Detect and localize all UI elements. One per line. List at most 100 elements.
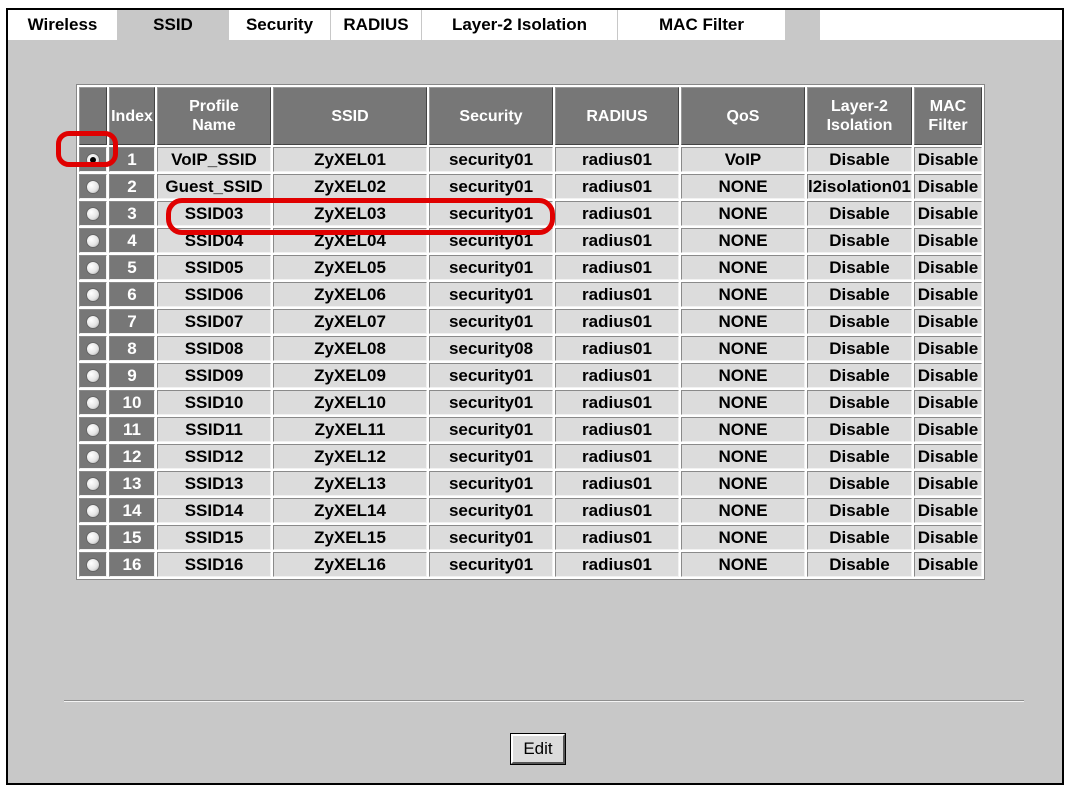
tab-bar: Wireless SSID Security RADIUS Layer-2 Is… bbox=[8, 10, 786, 40]
cell-layer2-isolation: Disable bbox=[807, 390, 912, 415]
row-select-radio[interactable] bbox=[86, 342, 100, 357]
cell-radius: radius01 bbox=[555, 390, 679, 415]
row-select-radio[interactable] bbox=[86, 315, 100, 330]
cell-index: 1 bbox=[109, 147, 155, 172]
col-header-qos: QoS bbox=[681, 87, 805, 145]
cell-mac-filter: Disable bbox=[913, 525, 982, 550]
row-select-radio[interactable] bbox=[86, 369, 100, 384]
cell-mac-filter: Disable bbox=[913, 390, 982, 415]
row-select-radio[interactable] bbox=[86, 477, 100, 492]
table-row[interactable]: 12 SSID12 ZyXEL12 security01 radius01 NONE Dis… bbox=[79, 444, 982, 469]
cell-radius: radius01 bbox=[555, 444, 679, 469]
row-select-radio[interactable] bbox=[86, 207, 100, 222]
cell-qos: NONE bbox=[681, 498, 805, 523]
cell-ssid: ZyXEL04 bbox=[273, 228, 427, 253]
cell-profile-name: SSID11 bbox=[157, 417, 271, 442]
table-row[interactable]: 5 SSID05 ZyXEL05 security01 radius01 NONE Disa… bbox=[79, 255, 982, 280]
cell-qos: NONE bbox=[681, 336, 805, 361]
cell-mac-filter: Disable bbox=[913, 174, 982, 199]
table-row[interactable]: 14 SSID14 ZyXEL14 security01 radius01 NONE Dis… bbox=[79, 498, 982, 523]
cell-radius: radius01 bbox=[555, 525, 679, 550]
cell-profile-name: SSID10 bbox=[157, 390, 271, 415]
table-row[interactable]: 7 SSID07 ZyXEL07 security01 radius01 NONE Disa… bbox=[79, 309, 982, 334]
row-select-cell bbox=[79, 363, 107, 388]
cell-security: security01 bbox=[429, 174, 553, 199]
table-row[interactable]: 15 SSID15 ZyXEL15 security01 radius01 NONE Dis… bbox=[79, 525, 982, 550]
table-row[interactable]: 4 SSID04 ZyXEL04 security01 radius01 NONE Disa… bbox=[79, 228, 982, 253]
col-header-radius: RADIUS bbox=[555, 87, 679, 145]
tab-security[interactable]: Security bbox=[229, 10, 331, 40]
edit-button[interactable]: Edit bbox=[510, 733, 566, 765]
cell-qos: NONE bbox=[681, 309, 805, 334]
cell-index: 12 bbox=[109, 444, 155, 469]
col-header-index: Index bbox=[109, 87, 155, 145]
cell-index: 13 bbox=[109, 471, 155, 496]
cell-profile-name: SSID06 bbox=[157, 282, 271, 307]
cell-layer2-isolation: Disable bbox=[807, 363, 912, 388]
row-select-radio[interactable] bbox=[86, 234, 100, 249]
table-row[interactable]: 11 SSID11 ZyXEL11 security01 radius01 NONE Dis… bbox=[79, 417, 982, 442]
cell-mac-filter: Disable bbox=[913, 336, 982, 361]
cell-qos: NONE bbox=[681, 201, 805, 226]
table-row[interactable]: 9 SSID09 ZyXEL09 security01 radius01 NONE Disa… bbox=[79, 363, 982, 388]
cell-security: security08 bbox=[429, 336, 553, 361]
cell-radius: radius01 bbox=[555, 336, 679, 361]
cell-qos: NONE bbox=[681, 282, 805, 307]
cell-layer2-isolation: Disable bbox=[807, 147, 912, 172]
row-select-radio[interactable] bbox=[86, 504, 100, 519]
cell-ssid: ZyXEL11 bbox=[273, 417, 427, 442]
cell-index: 8 bbox=[109, 336, 155, 361]
row-select-radio[interactable] bbox=[86, 396, 100, 411]
cell-security: security01 bbox=[429, 201, 553, 226]
cell-ssid: ZyXEL07 bbox=[273, 309, 427, 334]
row-select-radio[interactable] bbox=[86, 153, 100, 168]
row-select-cell bbox=[79, 471, 107, 496]
table-row[interactable]: 2 Guest_SSID ZyXEL02 security01 radius01 NONE… bbox=[79, 174, 982, 199]
tab-layer2-isolation[interactable]: Layer-2 Isolation bbox=[422, 10, 618, 40]
cell-mac-filter: Disable bbox=[913, 147, 982, 172]
cell-radius: radius01 bbox=[555, 174, 679, 199]
ssid-table: Index Profile Name SSID Security RADIUS … bbox=[76, 84, 985, 580]
row-select-radio[interactable] bbox=[86, 261, 100, 276]
row-select-radio[interactable] bbox=[86, 531, 100, 546]
table-row[interactable]: 16 SSID16 ZyXEL16 security01 radius01 NONE Dis… bbox=[79, 552, 982, 577]
row-select-radio[interactable] bbox=[86, 558, 100, 573]
row-select-radio[interactable] bbox=[86, 450, 100, 465]
row-select-cell bbox=[79, 336, 107, 361]
cell-qos: NONE bbox=[681, 174, 805, 199]
cell-mac-filter: Disable bbox=[913, 282, 982, 307]
table-row[interactable]: 1 VoIP_SSID ZyXEL01 security01 radius01 VoIP D… bbox=[79, 147, 982, 172]
cell-ssid: ZyXEL02 bbox=[273, 174, 427, 199]
cell-ssid: ZyXEL16 bbox=[273, 552, 427, 577]
cell-security: security01 bbox=[429, 390, 553, 415]
cell-index: 10 bbox=[109, 390, 155, 415]
row-select-radio[interactable] bbox=[86, 180, 100, 195]
tab-wireless[interactable]: Wireless bbox=[8, 10, 118, 40]
tab-mac-filter[interactable]: MAC Filter bbox=[618, 10, 786, 40]
table-row[interactable]: 3 SSID03 ZyXEL03 security01 radius01 NONE Disa… bbox=[79, 201, 982, 226]
table-row[interactable]: 10 SSID10 ZyXEL10 security01 radius01 NONE Dis… bbox=[79, 390, 982, 415]
row-select-cell bbox=[79, 201, 107, 226]
cell-profile-name: VoIP_SSID bbox=[157, 147, 271, 172]
cell-security: security01 bbox=[429, 444, 553, 469]
table-row[interactable]: 13 SSID13 ZyXEL13 security01 radius01 NONE Dis… bbox=[79, 471, 982, 496]
table-row[interactable]: 6 SSID06 ZyXEL06 security01 radius01 NONE Disa… bbox=[79, 282, 982, 307]
cell-layer2-isolation: Disable bbox=[807, 255, 912, 280]
tab-ssid[interactable]: SSID bbox=[118, 10, 229, 40]
tab-radius[interactable]: RADIUS bbox=[331, 10, 422, 40]
ssid-config-panel: Wireless SSID Security RADIUS Layer-2 Is… bbox=[6, 8, 1064, 785]
cell-ssid: ZyXEL05 bbox=[273, 255, 427, 280]
row-select-radio[interactable] bbox=[86, 288, 100, 303]
cell-profile-name: SSID07 bbox=[157, 309, 271, 334]
cell-profile-name: SSID12 bbox=[157, 444, 271, 469]
cell-radius: radius01 bbox=[555, 498, 679, 523]
cell-layer2-isolation: Disable bbox=[807, 498, 912, 523]
cell-radius: radius01 bbox=[555, 147, 679, 172]
cell-radius: radius01 bbox=[555, 363, 679, 388]
row-select-radio[interactable] bbox=[86, 423, 100, 438]
cell-index: 3 bbox=[109, 201, 155, 226]
cell-security: security01 bbox=[429, 282, 553, 307]
table-row[interactable]: 8 SSID08 ZyXEL08 security08 radius01 NONE Disa… bbox=[79, 336, 982, 361]
cell-mac-filter: Disable bbox=[913, 309, 982, 334]
cell-security: security01 bbox=[429, 498, 553, 523]
